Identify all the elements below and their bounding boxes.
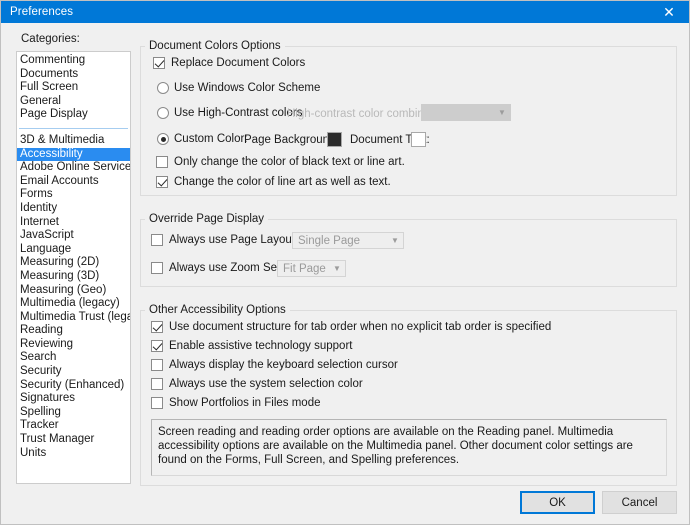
sidebar-item-reviewing[interactable]: Reviewing [17, 338, 130, 352]
sidebar-item-multimedia-legacy[interactable]: Multimedia (legacy) [17, 297, 130, 311]
always-use-system-selection-color-row[interactable]: Always use the system selection color [151, 378, 363, 390]
use-windows-color-scheme-label: Use Windows Color Scheme [174, 82, 321, 94]
use-high-contrast-colors-radio[interactable] [157, 107, 169, 119]
use-windows-color-scheme-radio[interactable] [157, 82, 169, 94]
sidebar-item-commenting[interactable]: Commenting [17, 54, 130, 68]
change-line-art-row[interactable]: Change the color of line art as well as … [156, 176, 391, 188]
sidebar-item-measuring-3d[interactable]: Measuring (3D) [17, 270, 130, 284]
always-use-system-selection-color-label: Always use the system selection color [169, 378, 363, 390]
override-page-display-group-title: Override Page Display [145, 213, 269, 225]
zoom-setting-value: Fit Page [283, 262, 326, 275]
enable-assistive-technology-checkbox[interactable] [151, 340, 163, 352]
only-change-black-text-row[interactable]: Only change the color of black text or l… [156, 156, 405, 168]
use-windows-color-scheme-row[interactable]: Use Windows Color Scheme [157, 82, 320, 94]
use-document-structure-label: Use document structure for tab order whe… [169, 321, 552, 333]
sidebar-item-measuring-geo[interactable]: Measuring (Geo) [17, 284, 130, 298]
sidebar-item-security-enhanced[interactable]: Security (Enhanced) [17, 379, 130, 393]
replace-document-colors-label: Replace Document Colors [171, 57, 306, 69]
page-background-label: Page Background: [244, 134, 339, 146]
zoom-setting-select[interactable]: Fit Page ▼ [277, 260, 346, 277]
custom-color-label: Custom Color: [174, 133, 248, 145]
sidebar-item-search[interactable]: Search [17, 351, 130, 365]
page-layout-style-select[interactable]: Single Page ▼ [292, 232, 404, 249]
info-text-box: Screen reading and reading order options… [151, 419, 667, 476]
change-line-art-checkbox[interactable] [156, 176, 168, 188]
sidebar-item-full-screen[interactable]: Full Screen [17, 81, 130, 95]
sidebar-item-signatures[interactable]: Signatures [17, 392, 130, 406]
sidebar-item-reading[interactable]: Reading [17, 324, 130, 338]
sidebar-item-multimedia-trust-legacy[interactable]: Multimedia Trust (legacy) [17, 311, 130, 325]
chevron-down-icon: ▼ [333, 264, 341, 273]
change-line-art-label: Change the color of line art as well as … [174, 176, 391, 188]
chevron-down-icon: ▼ [498, 108, 506, 117]
page-background-color-swatch[interactable] [327, 132, 342, 147]
sidebar-item-general[interactable]: General [17, 95, 130, 109]
always-display-keyboard-cursor-checkbox[interactable] [151, 359, 163, 371]
chevron-down-icon: ▼ [391, 236, 399, 245]
show-portfolios-in-files-mode-checkbox[interactable] [151, 397, 163, 409]
always-use-system-selection-color-checkbox[interactable] [151, 378, 163, 390]
preferences-dialog: Preferences ✕ Categories: Commenting Doc… [0, 0, 690, 525]
sidebar-item-page-display[interactable]: Page Display [17, 108, 130, 122]
categories-listbox[interactable]: Commenting Documents Full Screen General… [16, 51, 131, 484]
override-page-display-group: Override Page Display [140, 213, 677, 287]
sidebar-item-language[interactable]: Language [17, 243, 130, 257]
sidebar-item-identity[interactable]: Identity [17, 202, 130, 216]
sidebar-item-security[interactable]: Security [17, 365, 130, 379]
always-use-page-layout-style-checkbox[interactable] [151, 234, 163, 246]
other-accessibility-group-title: Other Accessibility Options [145, 304, 290, 316]
use-document-structure-row[interactable]: Use document structure for tab order whe… [151, 321, 551, 333]
custom-color-radio[interactable] [157, 133, 169, 145]
sidebar-item-spelling[interactable]: Spelling [17, 406, 130, 420]
title-bar: Preferences ✕ [1, 1, 689, 23]
replace-document-colors-checkbox[interactable] [153, 57, 165, 69]
cancel-button[interactable]: Cancel [602, 491, 677, 514]
sidebar-item-measuring-2d[interactable]: Measuring (2D) [17, 256, 130, 270]
sidebar-item-accessibility[interactable]: Accessibility [17, 147, 130, 162]
categories-label: Categories: [21, 33, 80, 45]
sidebar-item-email-accounts[interactable]: Email Accounts [17, 175, 130, 189]
sidebar-item-javascript[interactable]: JavaScript [17, 229, 130, 243]
show-portfolios-in-files-mode-label: Show Portfolios in Files mode [169, 397, 321, 409]
sidebar-divider [19, 127, 128, 129]
sidebar-item-documents[interactable]: Documents [17, 68, 130, 82]
document-text-color-swatch[interactable] [411, 132, 426, 147]
ok-button[interactable]: OK [520, 491, 595, 514]
sidebar-item-trust-manager[interactable]: Trust Manager [17, 433, 130, 447]
sidebar-item-adobe-online-services[interactable]: Adobe Online Services [17, 161, 130, 175]
page-background-row: Page Background: [244, 134, 339, 146]
show-portfolios-in-files-mode-row[interactable]: Show Portfolios in Files mode [151, 397, 320, 409]
sidebar-item-3d-multimedia[interactable]: 3D & Multimedia [17, 134, 130, 148]
document-colors-group-title: Document Colors Options [145, 40, 285, 52]
custom-color-row[interactable]: Custom Color: [157, 133, 248, 145]
only-change-black-text-label: Only change the color of black text or l… [174, 156, 405, 168]
enable-assistive-technology-label: Enable assistive technology support [169, 340, 353, 352]
high-contrast-combination-select[interactable]: ▼ [421, 104, 511, 121]
always-use-zoom-setting-checkbox[interactable] [151, 262, 163, 274]
use-high-contrast-colors-label: Use High-Contrast colors [174, 107, 303, 119]
sidebar-item-tracker[interactable]: Tracker [17, 419, 130, 433]
window-title: Preferences [10, 6, 74, 18]
page-layout-style-value: Single Page [298, 234, 361, 247]
only-change-black-text-checkbox[interactable] [156, 156, 168, 168]
sidebar-item-forms[interactable]: Forms [17, 188, 130, 202]
sidebar-item-internet[interactable]: Internet [17, 216, 130, 230]
replace-document-colors-row[interactable]: Replace Document Colors [153, 57, 305, 69]
close-icon[interactable]: ✕ [647, 1, 689, 23]
always-display-keyboard-cursor-label: Always display the keyboard selection cu… [169, 359, 398, 371]
enable-assistive-technology-row[interactable]: Enable assistive technology support [151, 340, 352, 352]
always-display-keyboard-cursor-row[interactable]: Always display the keyboard selection cu… [151, 359, 398, 371]
use-high-contrast-colors-row[interactable]: Use High-Contrast colors [157, 107, 302, 119]
use-document-structure-checkbox[interactable] [151, 321, 163, 333]
sidebar-item-units[interactable]: Units [17, 447, 130, 461]
